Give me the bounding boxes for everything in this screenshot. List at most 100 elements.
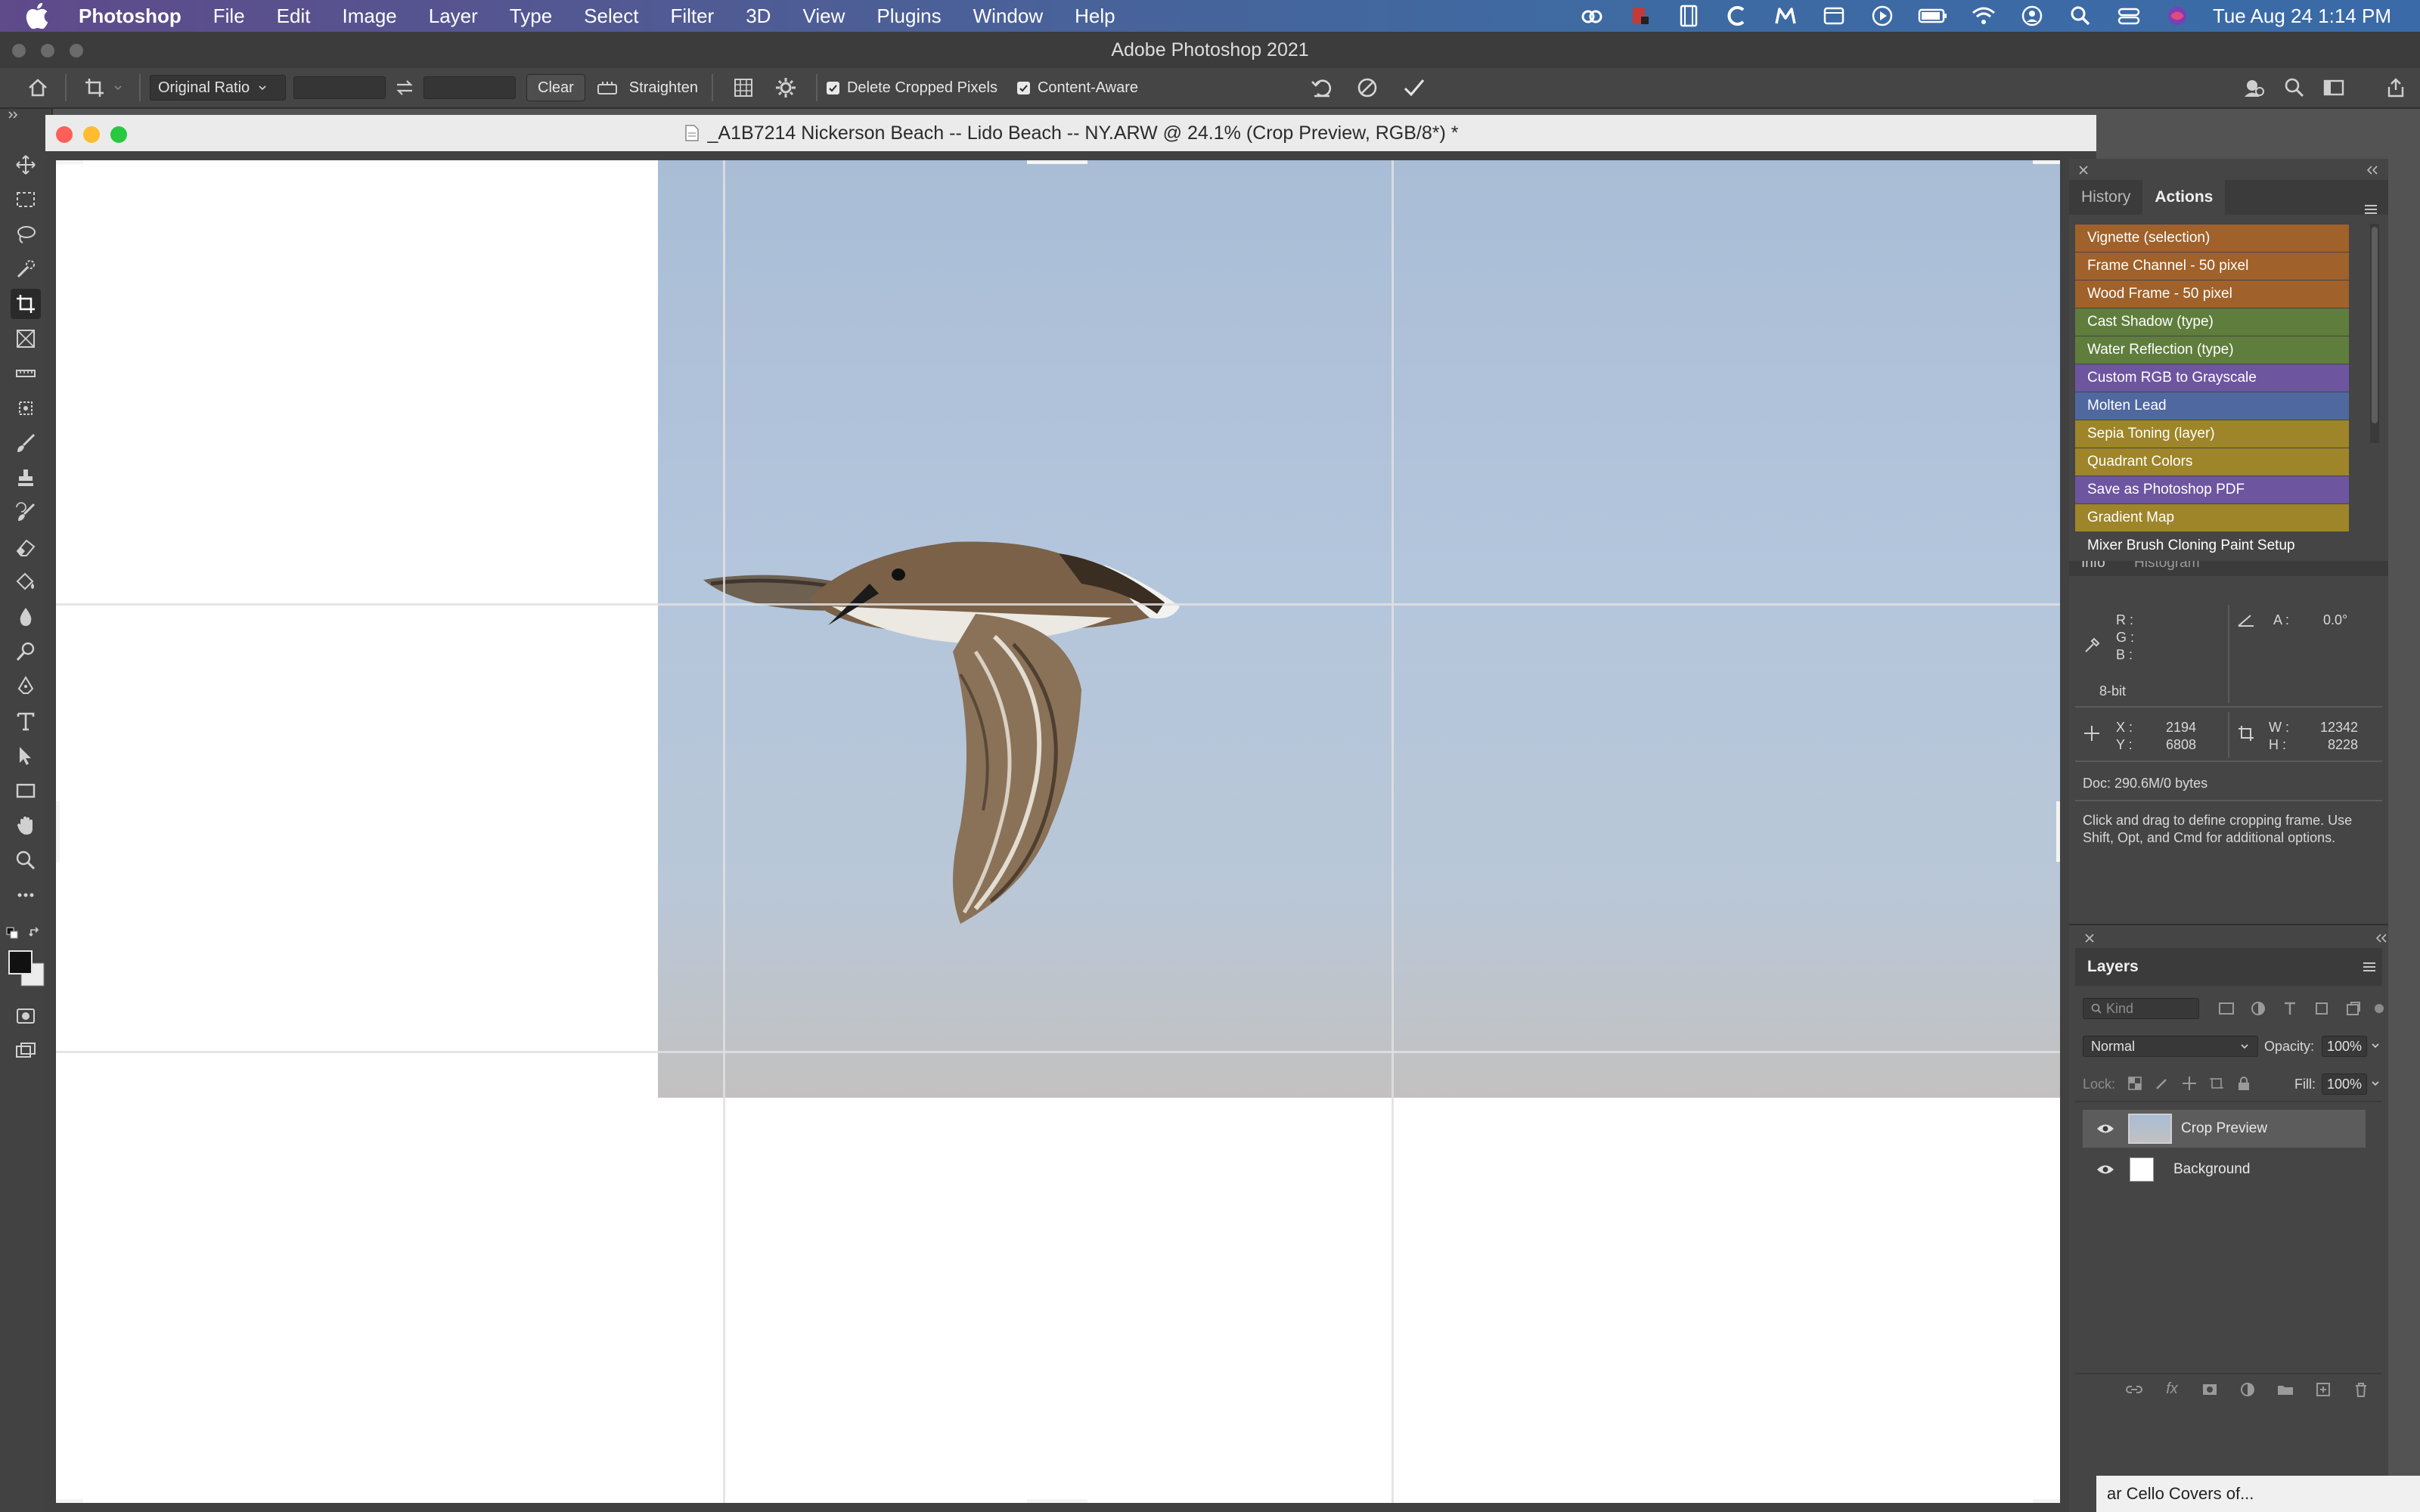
app-minimize-button[interactable] [41, 44, 54, 57]
layer-row[interactable]: Crop Preview [2083, 1110, 2366, 1148]
tab-histogram[interactable]: Histogram [2134, 561, 2200, 572]
tab-layers[interactable]: Layers [2075, 958, 2151, 976]
gear-icon[interactable] [765, 76, 807, 99]
app-zoom-button[interactable] [70, 44, 83, 57]
m-app-icon[interactable] [1773, 3, 1798, 29]
background-window-text[interactable]: ar Cello Covers of... [2096, 1476, 2420, 1512]
action-item[interactable]: Custom RGB to Grayscale [2075, 364, 2349, 392]
healing-brush-tool-icon[interactable] [11, 393, 41, 423]
crop-tool-icon[interactable] [11, 289, 41, 319]
action-item[interactable]: Frame Channel - 50 pixel [2075, 253, 2349, 280]
doc-minimize-button[interactable] [83, 126, 100, 143]
menu-plugins[interactable]: Plugins [876, 5, 941, 28]
battery-icon[interactable] [1918, 3, 1948, 29]
crop-handle-bottom[interactable] [1027, 1499, 1087, 1503]
tab-history[interactable]: History [2069, 180, 2142, 215]
pen-tool-icon[interactable] [11, 671, 41, 702]
link-layers-icon[interactable] [2125, 1380, 2143, 1399]
cancel-crop-icon[interactable] [1352, 73, 1382, 103]
straighten-label[interactable]: Straighten [629, 79, 698, 97]
action-item[interactable]: Mixer Brush Cloning Paint Setup [2075, 532, 2349, 559]
layer-name[interactable]: Background [2173, 1161, 2250, 1178]
rectangle-tool-icon[interactable] [11, 776, 41, 806]
filter-toggle-icon[interactable] [2375, 1004, 2384, 1013]
lasso-tool-icon[interactable] [11, 219, 41, 249]
chevron-down-icon[interactable] [2370, 1040, 2381, 1051]
adjustment-layer-icon[interactable] [2238, 1380, 2257, 1399]
add-mask-icon[interactable] [2201, 1380, 2219, 1399]
eraser-tool-icon[interactable] [11, 532, 41, 562]
new-group-icon[interactable] [2276, 1380, 2294, 1399]
path-selection-tool-icon[interactable] [11, 741, 41, 771]
app-status-icon[interactable] [1627, 3, 1653, 29]
tab-actions[interactable]: Actions [2142, 180, 2226, 215]
crop-handle-top-right[interactable] [2033, 160, 2060, 164]
canvas[interactable] [56, 160, 2060, 1503]
menu-3d[interactable]: 3D [746, 5, 771, 28]
opacity-input[interactable]: 100% [2322, 1036, 2367, 1057]
swap-dimensions-icon[interactable] [386, 79, 424, 97]
layer-filter-select[interactable]: Kind [2083, 998, 2199, 1019]
action-item[interactable]: Cast Shadow (type) [2075, 308, 2349, 336]
content-aware-checkbox[interactable] [1016, 81, 1030, 94]
app-menu-photoshop[interactable]: Photoshop [79, 5, 182, 28]
wifi-icon[interactable] [1971, 3, 1996, 29]
default-colors-icon[interactable] [6, 927, 20, 940]
workspace-icon[interactable] [2319, 73, 2349, 103]
collapse-panel-icon[interactable] [2366, 165, 2379, 175]
menu-edit[interactable]: Edit [277, 5, 311, 28]
share-user-icon[interactable] [2238, 73, 2269, 103]
screen-mode-icon[interactable] [11, 1036, 41, 1066]
type-tool-icon[interactable] [11, 706, 41, 736]
color-swatches[interactable] [8, 950, 47, 989]
new-layer-icon[interactable] [2314, 1380, 2332, 1399]
hand-tool-icon[interactable] [11, 810, 41, 841]
user-icon[interactable] [2019, 3, 2045, 29]
reset-crop-icon[interactable] [1307, 73, 1337, 103]
more-tools-icon[interactable] [11, 880, 41, 910]
lock-position-icon[interactable] [2181, 1075, 2198, 1092]
crop-tool-preset-button[interactable] [76, 76, 113, 99]
collapse-toolbar-icon[interactable] [8, 110, 20, 119]
menubar-clock[interactable]: Tue Aug 24 1:14 PM [2213, 5, 2391, 28]
commit-crop-icon[interactable] [1399, 73, 1429, 103]
action-item[interactable]: Sepia Toning (layer) [2075, 420, 2349, 448]
siri-icon[interactable] [2164, 3, 2190, 29]
dodge-tool-icon[interactable] [11, 637, 41, 667]
film-strip-icon[interactable] [1676, 3, 1702, 29]
creative-cloud-icon[interactable] [1579, 3, 1605, 29]
filter-type-icon[interactable] [2281, 999, 2299, 1018]
straighten-icon[interactable] [596, 77, 619, 98]
close-panel-icon[interactable] [2078, 165, 2089, 175]
fill-input[interactable]: 100% [2322, 1074, 2367, 1095]
control-center-icon[interactable] [2116, 3, 2142, 29]
menu-type[interactable]: Type [510, 5, 552, 28]
app-close-button[interactable] [12, 44, 26, 57]
search-icon[interactable] [2279, 73, 2310, 103]
move-tool-icon[interactable] [11, 150, 41, 180]
filter-adjustment-icon[interactable] [2249, 999, 2267, 1018]
menu-image[interactable]: Image [342, 5, 396, 28]
crop-handle-left[interactable] [56, 801, 60, 862]
c-app-icon[interactable] [1724, 3, 1750, 29]
blur-tool-icon[interactable] [11, 602, 41, 632]
doc-close-button[interactable] [56, 126, 73, 143]
filter-pixel-icon[interactable] [2217, 999, 2235, 1018]
panel-menu-icon[interactable] [2364, 204, 2378, 215]
lock-artboard-icon[interactable] [2208, 1075, 2225, 1092]
crop-handle-top[interactable] [1027, 160, 1087, 164]
menu-window[interactable]: Window [973, 5, 1043, 28]
chevron-down-icon[interactable] [2370, 1078, 2381, 1089]
panel-menu-icon[interactable] [2363, 962, 2376, 972]
lock-image-pixels-icon[interactable] [2154, 1075, 2170, 1092]
history-brush-tool-icon[interactable] [11, 497, 41, 528]
doc-zoom-button[interactable] [110, 126, 127, 143]
scrollbar-thumb[interactable] [2372, 227, 2378, 423]
crop-handle-bottom-left[interactable] [56, 1499, 83, 1503]
menu-view[interactable]: View [802, 5, 845, 28]
action-item[interactable]: Molten Lead [2075, 392, 2349, 420]
collapse-panel-icon[interactable] [2375, 933, 2388, 943]
blend-mode-select[interactable]: Normal [2083, 1036, 2258, 1057]
content-aware-label[interactable]: Content-Aware [1038, 79, 1138, 97]
crop-ratio-select[interactable]: Original Ratio [150, 75, 286, 101]
